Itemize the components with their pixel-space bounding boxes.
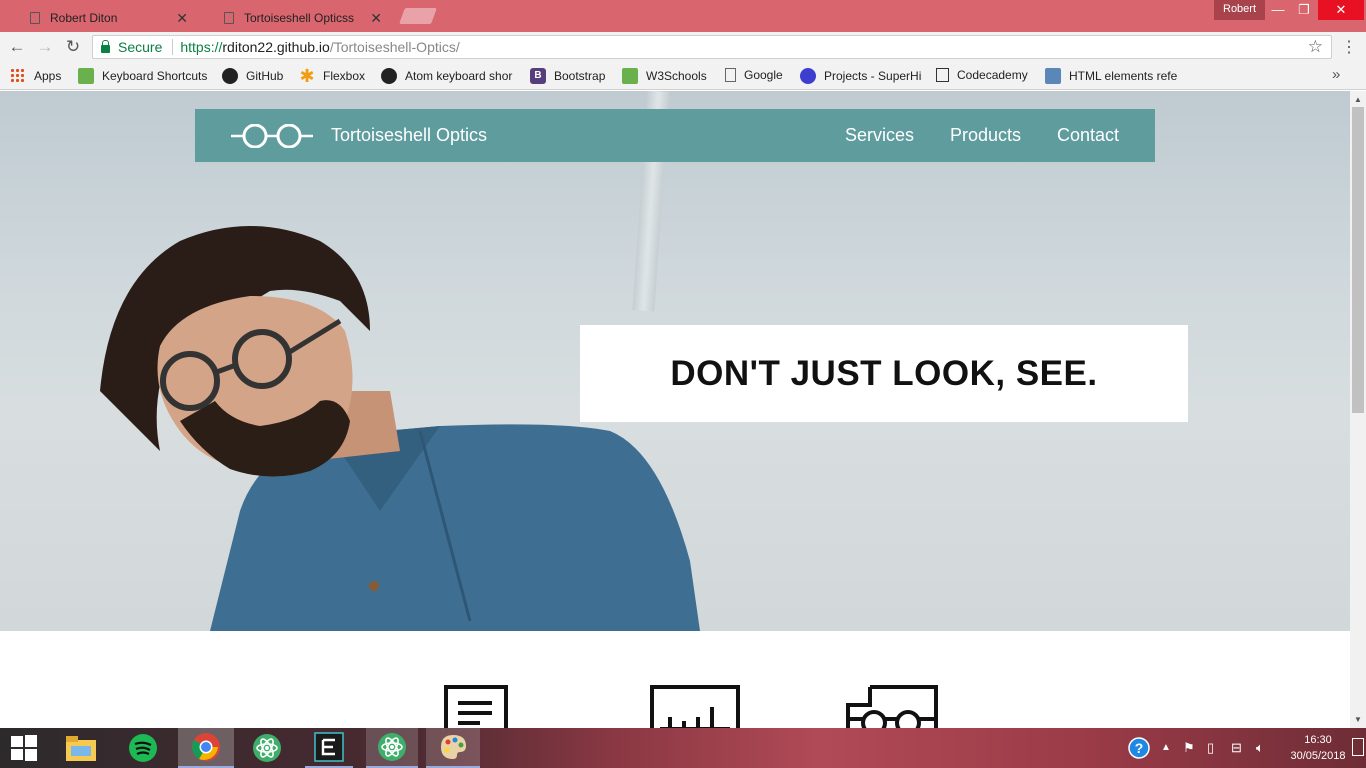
tab-title: Tortoiseshell Opticss xyxy=(244,11,355,25)
hero-tagline: DON'T JUST LOOK, SEE. xyxy=(670,353,1098,393)
chrome-icon[interactable] xyxy=(178,728,234,768)
page-icon xyxy=(224,12,234,24)
tab-title: Robert Diton xyxy=(50,11,118,25)
asterisk-icon: ✱ xyxy=(299,68,315,84)
close-icon[interactable]: ✕ xyxy=(370,10,382,27)
apps-grid-icon xyxy=(10,68,26,84)
url-path: /Tortoiseshell-Optics/ xyxy=(329,39,460,55)
bookmark-star-icon[interactable]: ☆ xyxy=(1308,37,1323,57)
bookmark-apps[interactable]: Apps xyxy=(10,68,61,84)
bookmark-superhi[interactable]: Projects - SuperHi xyxy=(800,68,921,84)
codecademy-icon xyxy=(936,68,949,82)
bookmarks-bar: Apps Keyboard Shortcuts GitHub ✱ Flexbox … xyxy=(0,62,1366,90)
bookmark-label: Codecademy xyxy=(957,68,1028,82)
volume-icon[interactable]: 🔈︎ xyxy=(1256,740,1264,756)
atom-icon[interactable] xyxy=(366,728,418,768)
paint-icon[interactable] xyxy=(426,728,480,768)
clock-time: 16:30 xyxy=(1304,734,1332,746)
bookmark-label: Keyboard Shortcuts xyxy=(102,69,208,83)
lock-icon xyxy=(101,39,110,53)
back-arrow-icon[interactable]: ← xyxy=(6,37,28,59)
atom-icon[interactable] xyxy=(243,728,291,768)
page-icon xyxy=(30,12,40,24)
action-center-icon[interactable] xyxy=(1352,738,1364,756)
tray-expand-icon[interactable]: ▲ xyxy=(1161,742,1171,753)
minimize-icon[interactable]: — xyxy=(1264,0,1292,20)
editor-icon[interactable] xyxy=(305,728,353,768)
bookmark-google[interactable]: Google xyxy=(723,68,783,82)
file-explorer-icon[interactable] xyxy=(57,728,105,768)
nav-link-contact[interactable]: Contact xyxy=(1057,125,1119,146)
kebab-menu-icon[interactable]: ⋮ xyxy=(1341,37,1357,57)
bookmark-html-elements[interactable]: HTML elements refe xyxy=(1045,68,1183,84)
bookmark-github[interactable]: GitHub xyxy=(222,68,283,84)
scroll-down-icon[interactable]: ▼ xyxy=(1354,715,1362,724)
bookmark-label: Flexbox xyxy=(323,69,366,83)
system-clock[interactable]: 16:30 30/05/2018 xyxy=(1286,732,1350,764)
nav-link-products[interactable]: Products xyxy=(950,125,1021,146)
scrollbar-thumb[interactable] xyxy=(1352,107,1364,413)
bookmark-bootstrap[interactable]: B Bootstrap xyxy=(530,68,605,84)
bookmark-label: Google xyxy=(744,68,783,82)
clock-date: 30/05/2018 xyxy=(1290,750,1346,762)
github-icon xyxy=(222,68,238,84)
network-flag-icon[interactable]: ⚑ xyxy=(1183,740,1195,756)
divider xyxy=(172,39,174,55)
bookmark-label: Apps xyxy=(34,69,62,83)
url-host: rditon22.github.io xyxy=(222,39,330,55)
restore-icon[interactable]: ❐ xyxy=(1290,0,1318,20)
page-icon xyxy=(725,68,736,82)
bookmark-label: Atom keyboard shor xyxy=(405,69,513,83)
w3-icon xyxy=(622,68,638,84)
phone-icon[interactable]: ▯ xyxy=(1207,740,1214,756)
github-icon xyxy=(381,68,397,84)
page-scrollbar[interactable]: ▲ ▼ xyxy=(1350,91,1366,728)
bookmark-label: W3Schools xyxy=(646,69,707,83)
windows-start-icon[interactable] xyxy=(0,728,48,768)
ruler-icon xyxy=(650,685,740,728)
new-tab-button[interactable] xyxy=(399,8,437,24)
nav-link-services[interactable]: Services xyxy=(845,125,914,146)
reload-icon[interactable]: ↻ xyxy=(62,37,84,59)
bookmark-atom-keyboard[interactable]: Atom keyboard shor xyxy=(381,68,517,84)
window-close-icon[interactable]: ✕ xyxy=(1318,0,1364,20)
network-icon[interactable]: ⊟ xyxy=(1231,740,1242,756)
tagline-box: DON'T JUST LOOK, SEE. xyxy=(580,325,1188,422)
url-scheme: https:// xyxy=(180,39,223,55)
scroll-up-icon[interactable]: ▲ xyxy=(1354,95,1362,104)
glasses-box-icon xyxy=(846,685,938,728)
bootstrap-icon: B xyxy=(530,68,546,84)
brand-name[interactable]: Tortoiseshell Optics xyxy=(331,125,487,146)
windows-taskbar: ? ▲ ⚑ ▯ ⊟ 🔈︎ 16:30 30/05/2018 xyxy=(0,728,1366,768)
svg-text:?: ? xyxy=(1135,740,1144,756)
bookmark-codecademy[interactable]: Codecademy xyxy=(936,68,1028,82)
bookmark-label: HTML elements refe xyxy=(1069,69,1178,83)
spotify-icon[interactable] xyxy=(119,728,167,768)
w3-icon xyxy=(78,68,94,84)
superhi-icon xyxy=(800,68,816,84)
hero-section: Tortoiseshell Optics Services Products C… xyxy=(0,91,1350,631)
address-bar[interactable]: Secure https:// rditon22.github.io /Tort… xyxy=(92,35,1332,59)
browser-tab-strip: Robert Diton ✕ Tortoiseshell Opticss ✕ R… xyxy=(0,0,1366,32)
html-icon xyxy=(1045,68,1061,84)
bookmark-w3schools[interactable]: W3Schools xyxy=(622,68,707,84)
profile-button[interactable]: Robert xyxy=(1214,0,1266,20)
tab-robert-diton[interactable]: Robert Diton ✕ xyxy=(14,4,200,32)
chevron-more-icon[interactable]: » xyxy=(1332,66,1340,83)
bookmark-flexbox[interactable]: ✱ Flexbox xyxy=(299,68,365,84)
bookmark-label: Bootstrap xyxy=(554,69,606,83)
tab-tortoiseshell[interactable]: Tortoiseshell Opticss ✕ xyxy=(208,4,394,32)
help-icon[interactable]: ? xyxy=(1128,737,1150,762)
forward-arrow-icon[interactable]: → xyxy=(34,37,56,59)
document-icon xyxy=(444,685,508,728)
close-icon[interactable]: ✕ xyxy=(176,10,188,27)
bookmark-keyboard-shortcuts[interactable]: Keyboard Shortcuts xyxy=(78,68,207,84)
page-viewport: Tortoiseshell Optics Services Products C… xyxy=(0,91,1350,728)
bookmark-label: Projects - SuperHi xyxy=(824,69,922,83)
site-navbar: Tortoiseshell Optics Services Products C… xyxy=(195,109,1155,162)
secure-label: Secure xyxy=(118,39,163,55)
bookmark-label: GitHub xyxy=(246,69,284,83)
browser-toolbar: ← → ↻ Secure https:// rditon22.github.io… xyxy=(0,32,1366,62)
glasses-logo-icon[interactable] xyxy=(231,124,313,148)
